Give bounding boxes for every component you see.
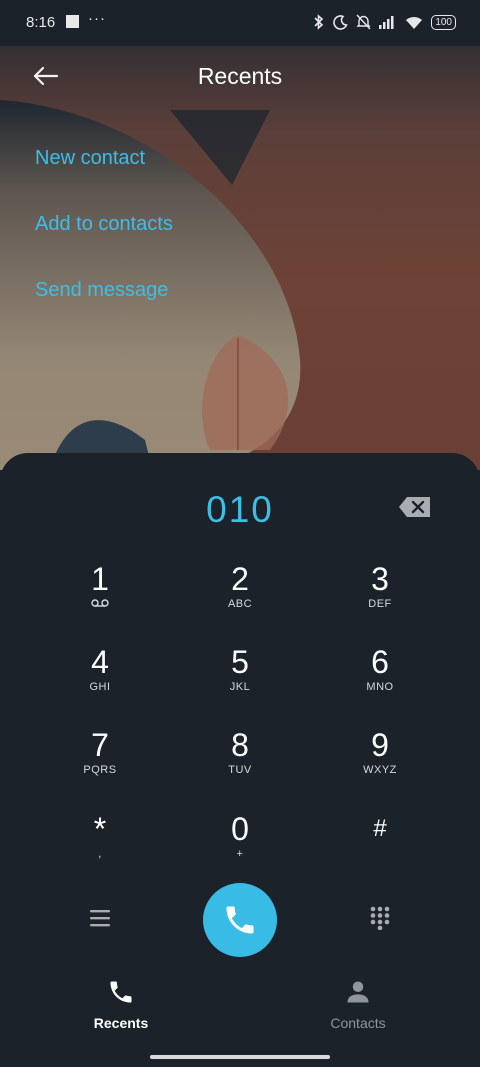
key-2[interactable]: 2 ABC [180, 562, 300, 632]
key-digit: 9 [371, 727, 389, 763]
status-time: 8:16 [26, 14, 56, 31]
key-digit: 4 [91, 644, 109, 680]
top-bar: Recents [0, 50, 480, 104]
key-digit: 1 [91, 561, 109, 597]
key-letters: MNO [366, 681, 394, 693]
key-1[interactable]: 1 [40, 562, 160, 632]
wifi-icon [406, 16, 423, 29]
home-indicator[interactable] [150, 1055, 330, 1059]
key-digit: 7 [91, 727, 109, 763]
key-star[interactable]: * , [40, 812, 160, 882]
key-digit: 2 [231, 561, 249, 597]
key-letters: GHI [89, 681, 111, 693]
key-letters: , [98, 848, 102, 860]
send-message-link[interactable]: Send message [35, 279, 168, 302]
key-6[interactable]: 6 MNO [320, 645, 440, 715]
key-digit: 3 [371, 561, 389, 597]
key-digit: * [93, 811, 107, 847]
tab-label: Recents [93, 1015, 149, 1031]
moon-icon [333, 14, 349, 30]
dialpad-icon[interactable] [369, 906, 391, 930]
key-hash[interactable]: # [320, 812, 440, 882]
key-4[interactable]: 4 GHI [40, 645, 160, 715]
add-to-contacts-link[interactable]: Add to contacts [35, 213, 173, 236]
menu-icon[interactable] [88, 907, 112, 929]
backspace-button[interactable] [398, 496, 432, 518]
status-bar: 8:16 ··· 100 [0, 0, 480, 46]
key-5[interactable]: 5 JKL [180, 645, 300, 715]
bluetooth-icon [314, 14, 324, 30]
call-button[interactable] [203, 883, 277, 957]
page-title: Recents [197, 63, 283, 89]
battery-indicator: 100 [431, 14, 456, 30]
key-digit: 8 [231, 727, 249, 763]
voicemail-icon [91, 599, 109, 607]
phone-icon [226, 906, 254, 934]
key-7[interactable]: 7 PQRS [40, 728, 160, 798]
notification-icon [66, 15, 79, 28]
key-9[interactable]: 9 WXYZ [320, 728, 440, 798]
tab-label: Contacts [330, 1015, 386, 1031]
person-icon [347, 981, 369, 1003]
tab-recents[interactable]: Recents [51, 978, 191, 1031]
key-3[interactable]: 3 DEF [320, 562, 440, 632]
key-digit: 5 [231, 644, 249, 680]
silent-bell-icon [356, 14, 372, 30]
signal-icon [379, 16, 394, 29]
key-letters: WXYZ [363, 764, 397, 776]
key-letters [320, 848, 440, 862]
key-letters: DEF [368, 598, 392, 610]
phone-icon [110, 981, 132, 1003]
key-digit: 0 [231, 811, 249, 847]
tab-contacts[interactable]: Contacts [288, 978, 428, 1031]
key-letters: JKL [229, 681, 251, 693]
key-digit: # [373, 815, 387, 842]
key-0[interactable]: 0 + [180, 812, 300, 882]
key-letters: TUV [228, 764, 252, 776]
key-letters: + [236, 848, 244, 860]
key-letters: ABC [227, 598, 253, 610]
key-digit: 6 [371, 644, 389, 680]
more-notifications-icon: ··· [88, 10, 106, 27]
new-contact-link[interactable]: New contact [35, 147, 145, 170]
key-letters: PQRS [83, 764, 117, 776]
key-8[interactable]: 8 TUV [180, 728, 300, 798]
